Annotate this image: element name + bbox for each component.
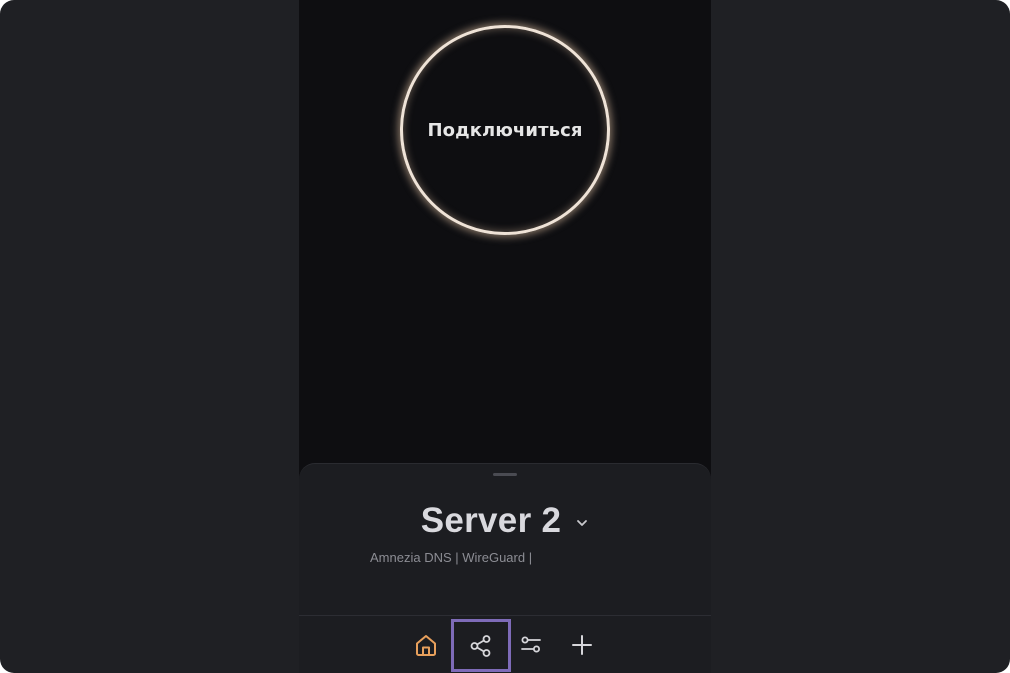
nav-add-button[interactable] [556, 621, 608, 669]
server-name: Server 2 [420, 501, 562, 540]
server-sheet[interactable]: Server 2 Amnezia DNS | WireGuard | [299, 463, 711, 673]
bottom-nav [299, 616, 711, 673]
server-description: Amnezia DNS | WireGuard | [370, 550, 533, 565]
drag-handle[interactable] [493, 473, 517, 476]
settings-icon [521, 636, 541, 653]
server-selector[interactable]: Server 2 [299, 498, 711, 544]
connect-label: Подключиться [427, 119, 583, 141]
nav-share-button[interactable] [451, 619, 511, 672]
nav-settings-button[interactable] [505, 621, 557, 669]
chevron-down-icon[interactable] [575, 516, 589, 530]
share-icon [470, 634, 491, 657]
window: Подключиться Server 2 Amnezia DNS | Wire… [0, 0, 1010, 673]
plus-icon [572, 635, 592, 655]
app-panel: Подключиться Server 2 Amnezia DNS | Wire… [299, 0, 711, 673]
connect-button[interactable]: Подключиться [400, 25, 610, 235]
home-icon [416, 635, 436, 656]
nav-home-button[interactable] [400, 621, 452, 669]
